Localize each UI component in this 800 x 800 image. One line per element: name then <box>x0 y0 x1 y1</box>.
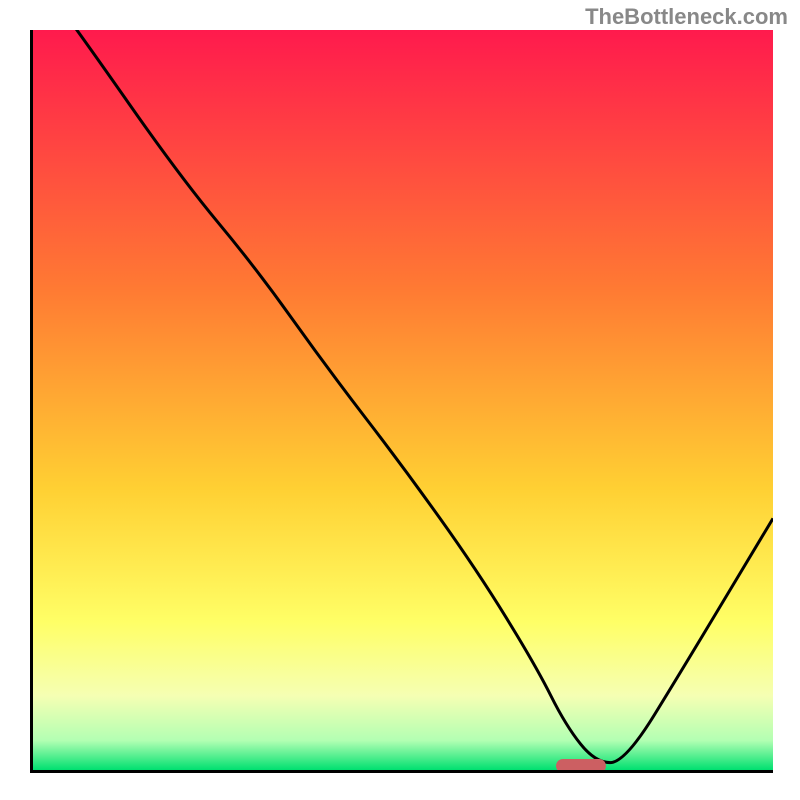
chart-container: TheBottleneck.com <box>0 0 800 800</box>
optimal-marker <box>556 759 606 773</box>
curve-layer <box>33 30 773 770</box>
plot-area <box>30 30 773 773</box>
watermark-text: TheBottleneck.com <box>585 4 788 30</box>
bottleneck-curve <box>33 30 773 763</box>
